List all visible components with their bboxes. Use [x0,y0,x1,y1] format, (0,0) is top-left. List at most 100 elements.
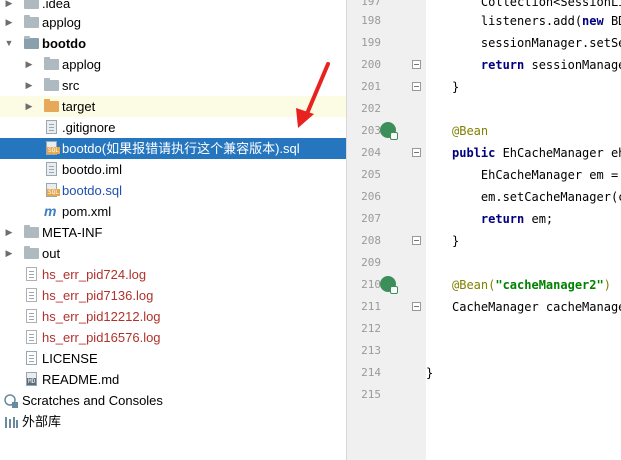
tree-item-label: bootdo(如果报错请执行这个兼容版本).sql [62,141,300,156]
tree-item-label: hs_err_pid7136.log [42,288,154,303]
tree-item-label: out [42,246,61,261]
line-number: 203 [361,124,381,137]
code-line: CacheManager cacheManager [452,300,621,314]
log-file-icon [24,330,40,345]
code-line: @Bean("cacheManager2") [452,278,611,292]
tree-item-label: hs_err_pid12212.log [42,309,161,324]
tree-item-applog[interactable]: ▶ applog [0,12,346,33]
module-folder-icon [24,36,40,51]
tree-item-label: src [62,78,80,93]
tree-item-label: .gitignore [62,120,116,135]
line-number: 215 [361,388,381,401]
tree-item-log[interactable]: hs_err_pid7136.log [0,285,346,306]
markdown-file-icon: MD [24,372,40,387]
tree-item-label: 外部库 [22,414,62,429]
code-line: sessionManager.setSe [452,36,621,50]
line-number: 200 [361,58,381,71]
tree-item-pom-xml[interactable]: m pom.xml [0,201,346,222]
text-file-icon [24,351,40,366]
tree-item-scratches[interactable]: Scratches and Consoles [0,390,346,411]
tree-item-external-libraries[interactable]: 外部库 [0,411,346,432]
chevron-right-icon[interactable]: ▶ [24,96,34,117]
line-number: 211 [361,300,381,313]
excluded-folder-icon [44,99,60,114]
tree-item-label: bootdo [42,36,87,51]
chevron-right-icon[interactable]: ▶ [4,222,14,243]
sql-file-icon: SQL [44,141,60,156]
chevron-right-icon[interactable]: ▶ [4,243,14,264]
line-number: 212 [361,322,381,335]
tree-item-label: pom.xml [62,204,112,219]
tree-item-label: hs_err_pid16576.log [42,330,161,345]
chevron-right-icon[interactable]: ▶ [24,54,34,75]
tree-item-label: hs_err_pid724.log [42,267,147,282]
fold-marker-icon[interactable] [412,82,421,91]
folder-icon [24,246,40,261]
code-line: @Bean [452,124,489,138]
folder-icon [24,15,40,30]
tree-item-label: bootdo.iml [62,162,122,177]
folder-icon [24,0,40,11]
tree-item-bootdo-sql[interactable]: SQL bootdo.sql [0,180,346,201]
tree-item-bootdo[interactable]: ▼ bootdo [0,33,346,54]
log-file-icon [24,267,40,282]
tree-item-label: Scratches and Consoles [22,393,163,408]
code-line: } [452,234,460,248]
tree-item-log[interactable]: hs_err_pid724.log [0,264,346,285]
tree-item-label: applog [62,57,102,72]
line-number: 210 [361,278,381,291]
chevron-right-icon[interactable]: ▶ [4,12,14,33]
code-editor[interactable]: Collection<SessionLi listeners.add(new B… [426,0,621,460]
line-number: 199 [361,36,381,49]
tree-item-meta-inf[interactable]: ▶ META-INF [0,222,346,243]
tree-item-out[interactable]: ▶ out [0,243,346,264]
tree-item-readme[interactable]: MD README.md [0,369,346,390]
spring-bean-icon[interactable] [380,122,398,140]
tree-item-label: META-INF [42,225,103,240]
tree-item-label: applog [42,15,82,30]
annotation-arrow-icon [296,62,330,128]
code-line: } [452,80,460,94]
code-line: public EhCacheManager eh [452,146,621,160]
line-number: 209 [361,256,381,269]
code-line: em.setCacheManager(c [452,190,621,204]
text-file-icon [44,120,60,135]
code-line: EhCacheManager em = : [452,168,621,182]
fold-marker-icon[interactable] [412,60,421,69]
line-number: 206 [361,190,381,203]
log-file-icon [24,288,40,303]
fold-marker-icon[interactable] [412,302,421,311]
line-number: 214 [361,366,381,379]
iml-file-icon [44,162,60,177]
maven-icon: m [44,203,57,219]
line-number: 201 [361,80,381,93]
line-number: 205 [361,168,381,181]
tree-item-label: bootdo.sql [62,183,122,198]
line-number: 208 [361,234,381,247]
library-icon [4,414,18,429]
chevron-down-icon[interactable]: ▼ [4,33,14,54]
folder-icon [44,57,60,72]
tree-item-label: target [62,99,96,114]
scratches-icon [4,393,18,408]
line-number: 202 [361,102,381,115]
folder-icon [24,225,40,240]
tree-item-log[interactable]: hs_err_pid12212.log [0,306,346,327]
chevron-right-icon[interactable]: ▶ [24,75,34,96]
fold-marker-icon[interactable] [412,148,421,157]
tree-item-bootdo-iml[interactable]: bootdo.iml [0,159,346,180]
line-number: 207 [361,212,381,225]
tree-item-log[interactable]: hs_err_pid16576.log [0,327,346,348]
code-line: return em; [452,212,554,226]
tree-item-bootdo-compat-sql[interactable]: SQL bootdo(如果报错请执行这个兼容版本).sql [0,138,346,159]
line-number: 213 [361,344,381,357]
tree-item-label: README.md [42,372,120,387]
folder-icon [44,78,60,93]
tree-item-license[interactable]: LICENSE [0,348,346,369]
fold-marker-icon[interactable] [412,236,421,245]
code-line: listeners.add(new BD [452,14,621,28]
tree-item-label: LICENSE [42,351,98,366]
log-file-icon [24,309,40,324]
line-number: 204 [361,146,381,159]
spring-bean-icon[interactable] [380,276,398,294]
